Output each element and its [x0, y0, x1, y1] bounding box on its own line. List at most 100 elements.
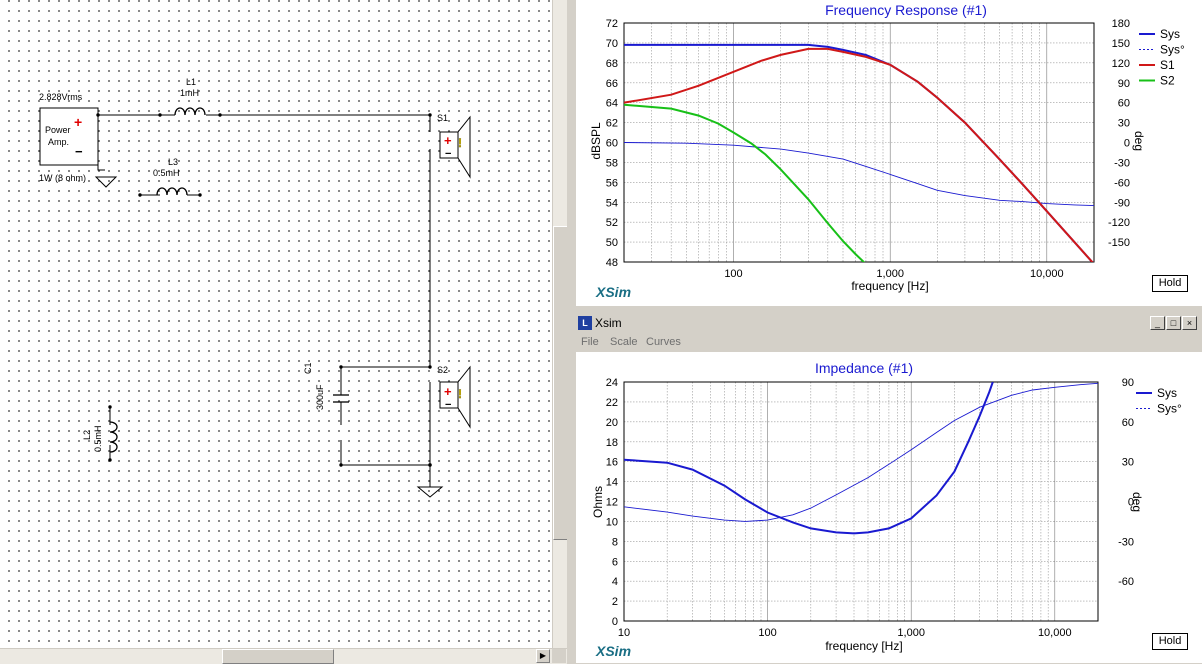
imp-chart-title: Impedance (#1)	[815, 360, 913, 376]
imp-y2-tick-label: 0	[1128, 497, 1134, 509]
speaker-s2-label: S2	[437, 365, 448, 375]
imp-y2-tick-label: 60	[1122, 417, 1134, 429]
freq-legend-label: Sys	[1160, 27, 1180, 41]
freq-y-tick-label: 54	[606, 197, 618, 209]
freq-x-axis-label: frequency [Hz]	[851, 279, 928, 293]
freq-x-tick-label: 10,000	[1030, 268, 1064, 280]
imp-y2-tick-label: -30	[1118, 536, 1134, 548]
imp-y-tick-label: 20	[606, 417, 618, 429]
freq-y-tick-label: 70	[606, 38, 618, 50]
freq-y2-tick-label: 150	[1112, 38, 1130, 50]
freq-series-s2	[624, 103, 866, 262]
freq-series-sys	[624, 43, 1094, 262]
freq-y-tick-label: 72	[606, 18, 618, 30]
s1-plus-terminal: +	[444, 133, 452, 148]
freq-grid	[624, 23, 1094, 262]
amp-label-line2: Amp.	[48, 137, 69, 147]
s2-minus-terminal: −	[445, 399, 451, 411]
capacitor-c1	[333, 394, 349, 403]
freq-y-tick-label: 68	[606, 58, 618, 70]
close-button[interactable]: ×	[1182, 316, 1197, 330]
speaker-s1-label: S1	[437, 113, 448, 123]
xsim-logo: XSim	[596, 643, 632, 659]
imp-y-tick-label: 16	[606, 457, 618, 469]
freq-y-tick-label: 48	[606, 257, 618, 269]
scroll-right-button[interactable]: ▶	[536, 649, 550, 663]
xsim-window-title: Xsim	[595, 316, 622, 330]
amp-label-line1: Power	[45, 125, 71, 135]
freq-series-group	[624, 43, 1094, 262]
freq-y2-tick-label: 120	[1112, 58, 1130, 70]
imp-y-tick-label: 4	[612, 576, 618, 588]
freq-y-tick-label: 50	[606, 237, 618, 249]
imp-x-tick-label: 100	[758, 627, 776, 639]
wire	[340, 382, 431, 466]
inductor-l1-coil	[174, 107, 206, 116]
menu-file[interactable]: File	[581, 336, 599, 348]
s2-warning-icon: !	[458, 387, 462, 401]
l3-name-label: L3	[168, 157, 178, 167]
schematic-vertical-scrollbar[interactable]	[552, 0, 568, 648]
xsim-window-titlebar[interactable]: L Xsim _ □ ×	[576, 314, 1202, 333]
impedance-chart: Impedance (#1) frequency [Hz] Ohms deg 2…	[591, 360, 1182, 653]
imp-grid	[624, 382, 1098, 621]
wire	[97, 152, 105, 171]
amp-voltage-label: 2.828Vrms	[39, 92, 83, 102]
freq-series-sys-phase	[624, 142, 1094, 207]
freq-chart-title: Frequency Response (#1)	[825, 2, 987, 18]
freq-y-axis-label: dBSPL	[589, 122, 603, 160]
freq-hold-button[interactable]: Hold	[1152, 275, 1188, 292]
horizontal-splitter[interactable]	[576, 306, 1202, 314]
freq-legend-label: S2	[1160, 74, 1175, 88]
inductor-l3-coil	[156, 187, 188, 196]
menu-scale[interactable]: Scale	[610, 336, 638, 348]
imp-series-sys	[624, 382, 994, 535]
impedance-panel: Impedance (#1) frequency [Hz] Ohms deg 2…	[576, 352, 1202, 663]
junction-dots	[96, 113, 432, 467]
freq-series-s1	[624, 47, 1094, 262]
freq-y-tick-label: 66	[606, 78, 618, 90]
c1-value-label: 300uF	[315, 384, 325, 410]
freq-x-tick-label: 100	[724, 268, 742, 280]
schematic-horizontal-scrollbar[interactable]: ▶	[0, 648, 567, 664]
amp-minus-terminal: −	[75, 144, 83, 159]
imp-x-tick-label: 1,000	[897, 627, 925, 639]
frequency-response-panel: Frequency Response (#1) frequency [Hz] d…	[576, 0, 1202, 306]
l2-value-label: 0.5mH	[93, 425, 103, 452]
imp-y-tick-label: 12	[606, 497, 618, 509]
amp-plus-terminal: +	[74, 114, 82, 130]
imp-y-tick-label: 14	[606, 477, 618, 489]
imp-series-sys-phase	[624, 382, 1098, 522]
freq-y2-tick-label: 90	[1118, 78, 1130, 90]
freq-y2-axis-label: deg	[1132, 131, 1146, 151]
vertical-scroll-thumb[interactable]	[553, 226, 568, 540]
freq-y2-tick-label: 30	[1118, 118, 1130, 130]
vertical-splitter[interactable]	[567, 0, 576, 663]
l1-name-label: L1	[186, 77, 196, 87]
menu-curves[interactable]: Curves	[646, 336, 681, 348]
minimize-button[interactable]: _	[1150, 316, 1165, 330]
freq-y-tick-label: 60	[606, 138, 618, 150]
freq-y-tick-label: 64	[606, 98, 618, 110]
freq-y2-tick-label: -30	[1114, 157, 1130, 169]
maximize-button[interactable]: □	[1166, 316, 1181, 330]
imp-x-axis-label: frequency [Hz]	[825, 639, 902, 653]
imp-y-axis-label: Ohms	[591, 486, 605, 518]
s2-plus-terminal: +	[444, 384, 452, 399]
c1-name-label: C1	[303, 362, 313, 374]
s1-warning-icon: !	[458, 136, 462, 150]
imp-y-tick-label: 2	[612, 596, 618, 608]
imp-legend-label: Sys	[1157, 386, 1177, 400]
freq-legend-label: S1	[1160, 58, 1175, 72]
imp-legend-label: Sys°	[1157, 402, 1182, 416]
xsim-app-icon[interactable]: L	[578, 316, 592, 330]
frequency-response-chart: Frequency Response (#1) frequency [Hz] d…	[589, 2, 1185, 293]
freq-y-tick-label: 62	[606, 118, 618, 130]
scroll-corner	[552, 649, 566, 663]
horizontal-scroll-thumb[interactable]	[222, 649, 334, 664]
schematic-canvas[interactable]: 2.828Vrms Power Amp. 1W (8 ohm) L1 1mH L…	[0, 0, 552, 648]
imp-y-tick-label: 10	[606, 516, 618, 528]
freq-y-tick-label: 52	[606, 217, 618, 229]
imp-hold-button[interactable]: Hold	[1152, 633, 1188, 650]
freq-y2-tick-label: -90	[1114, 197, 1130, 209]
